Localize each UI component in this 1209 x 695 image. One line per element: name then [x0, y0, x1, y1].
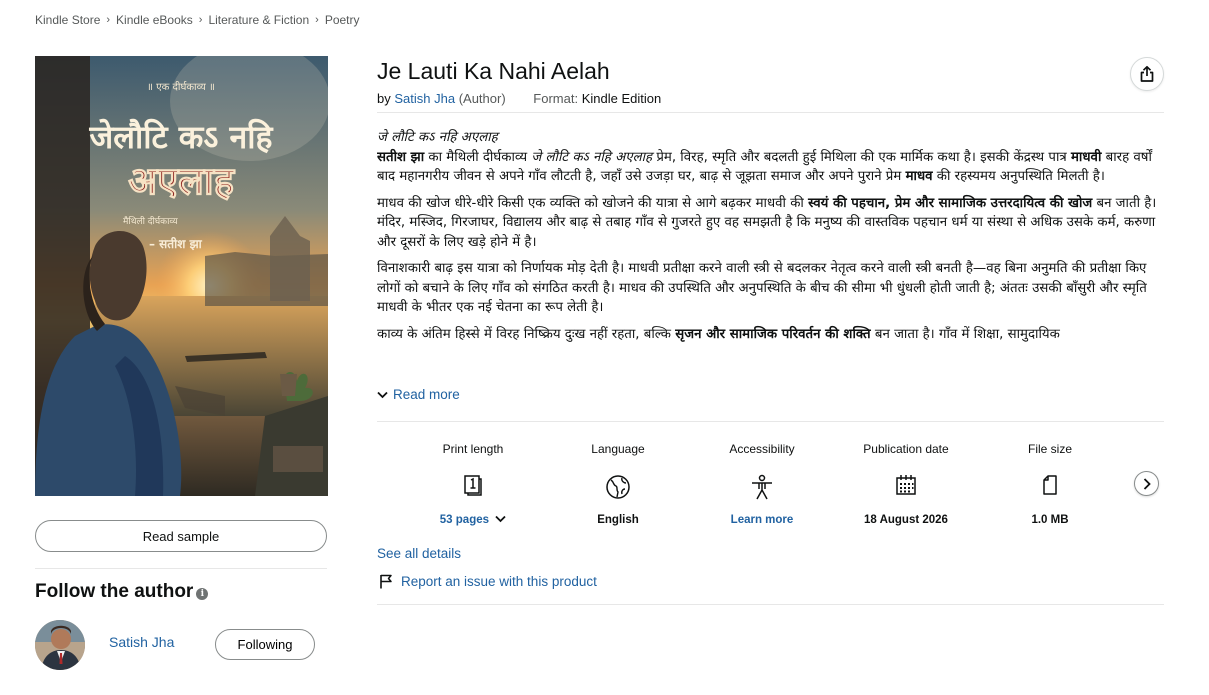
- detail-label: Print length: [442, 442, 504, 456]
- detail-value: English: [597, 514, 639, 526]
- chevron-down-icon: [495, 515, 506, 523]
- file-icon: [1043, 475, 1057, 495]
- detail-label: Language: [591, 442, 645, 456]
- read-more-link[interactable]: Read more: [377, 387, 460, 402]
- detail-publication-date: Publication date 18 August 2026: [836, 442, 976, 526]
- description-paragraph: काव्य के अंतिम हिस्से में विरह निष्क्रिय…: [377, 326, 1060, 342]
- read-sample-button[interactable]: Read sample: [35, 520, 327, 552]
- author-name-link[interactable]: Satish Jha: [109, 634, 174, 650]
- detail-language: Language English: [548, 442, 688, 526]
- report-issue-label: Report an issue with this product: [401, 574, 597, 589]
- accessibility-icon: [752, 474, 772, 500]
- by-label: by: [377, 91, 391, 106]
- product-details-carousel: Print length 53 pages Language English A…: [403, 442, 1123, 532]
- detail-label: Publication date: [863, 442, 949, 456]
- cover-title-line2: अएलाह: [128, 159, 236, 203]
- divider: [377, 112, 1164, 113]
- share-icon: [1140, 65, 1154, 82]
- print-length-link[interactable]: 53 pages: [403, 514, 543, 526]
- detail-file-size: File size 1.0 MB: [980, 442, 1120, 526]
- description-title: जे लौटि कऽ नहि अएलाह: [377, 130, 498, 145]
- breadcrumb: Kindle Store › Kindle eBooks › Literatur…: [35, 13, 360, 27]
- breadcrumb-separator: ›: [198, 14, 203, 26]
- detail-value: 18 August 2026: [864, 514, 948, 526]
- author-link[interactable]: Satish Jha: [394, 91, 455, 106]
- breadcrumb-poetry[interactable]: Poetry: [325, 13, 360, 27]
- cover-top-text: ॥ एक दीर्घकाव्य ॥: [147, 81, 215, 93]
- breadcrumb-kindle-store[interactable]: Kindle Store: [35, 13, 100, 27]
- calendar-icon: [896, 475, 916, 495]
- book-description: जे लौटि कऽ नहि अएलाह सतीश झा का मैथिली द…: [377, 128, 1163, 372]
- share-button[interactable]: [1130, 57, 1164, 91]
- chevron-down-icon: [377, 391, 388, 398]
- breadcrumb-literature-fiction[interactable]: Literature & Fiction: [208, 13, 309, 27]
- report-issue-link[interactable]: Report an issue with this product: [379, 574, 597, 589]
- description-paragraph: विनाशकारी बाढ़ इस यात्रा को निर्णायक मोड…: [377, 261, 1147, 315]
- breadcrumb-separator: ›: [106, 14, 111, 26]
- cover-subtitle: मैथिली दीर्घकाव्य: [123, 215, 178, 227]
- description-paragraph: सतीश झा का मैथिली दीर्घकाव्य जे लौटि कऽ …: [377, 149, 1152, 185]
- following-button[interactable]: Following: [215, 629, 315, 660]
- carousel-next-button[interactable]: [1134, 471, 1159, 496]
- author-avatar[interactable]: [35, 620, 85, 670]
- follow-the-author-heading: Follow the author i: [35, 581, 209, 603]
- author-role: (Author): [458, 91, 506, 106]
- cover-author: – सतीश झा: [149, 237, 203, 251]
- divider: [377, 421, 1164, 422]
- detail-value: 1.0 MB: [1031, 514, 1069, 526]
- chevron-right-icon: [1143, 477, 1151, 490]
- format-label: Format:: [533, 91, 579, 106]
- divider: [377, 604, 1164, 605]
- divider: [35, 568, 327, 569]
- globe-icon: [606, 475, 630, 499]
- flag-icon: [380, 574, 392, 589]
- detail-print-length: Print length 53 pages: [403, 442, 543, 526]
- read-more-label: Read more: [393, 387, 460, 402]
- product-title: Je Lauti Ka Nahi Aelah: [377, 58, 610, 84]
- breadcrumb-kindle-ebooks[interactable]: Kindle eBooks: [116, 13, 193, 27]
- cover-title-line1: जेलौटि कऽ नहि: [89, 118, 274, 156]
- detail-label: File size: [1027, 442, 1072, 456]
- book-cover-image[interactable]: ॥ एक दीर्घकाव्य ॥ जेलौटि कऽ नहि अएलाह मै…: [35, 56, 328, 496]
- pages-icon: [464, 475, 482, 496]
- info-icon[interactable]: i: [196, 588, 209, 600]
- description-paragraph: माधव की खोज धीरे-धीरे किसी एक व्यक्ति को…: [377, 195, 1157, 250]
- breadcrumb-separator: ›: [315, 14, 319, 26]
- description-fade: [377, 352, 1163, 374]
- see-all-details-link[interactable]: See all details: [377, 546, 461, 561]
- follow-the-author-label: Follow the author: [35, 581, 194, 602]
- detail-accessibility: Accessibility Learn more: [692, 442, 832, 526]
- byline: by Satish Jha (Author) Format: Kindle Ed…: [377, 91, 661, 106]
- format-value: Kindle Edition: [581, 91, 662, 106]
- accessibility-learn-more-link[interactable]: Learn more: [692, 514, 832, 526]
- detail-label: Accessibility: [729, 442, 795, 456]
